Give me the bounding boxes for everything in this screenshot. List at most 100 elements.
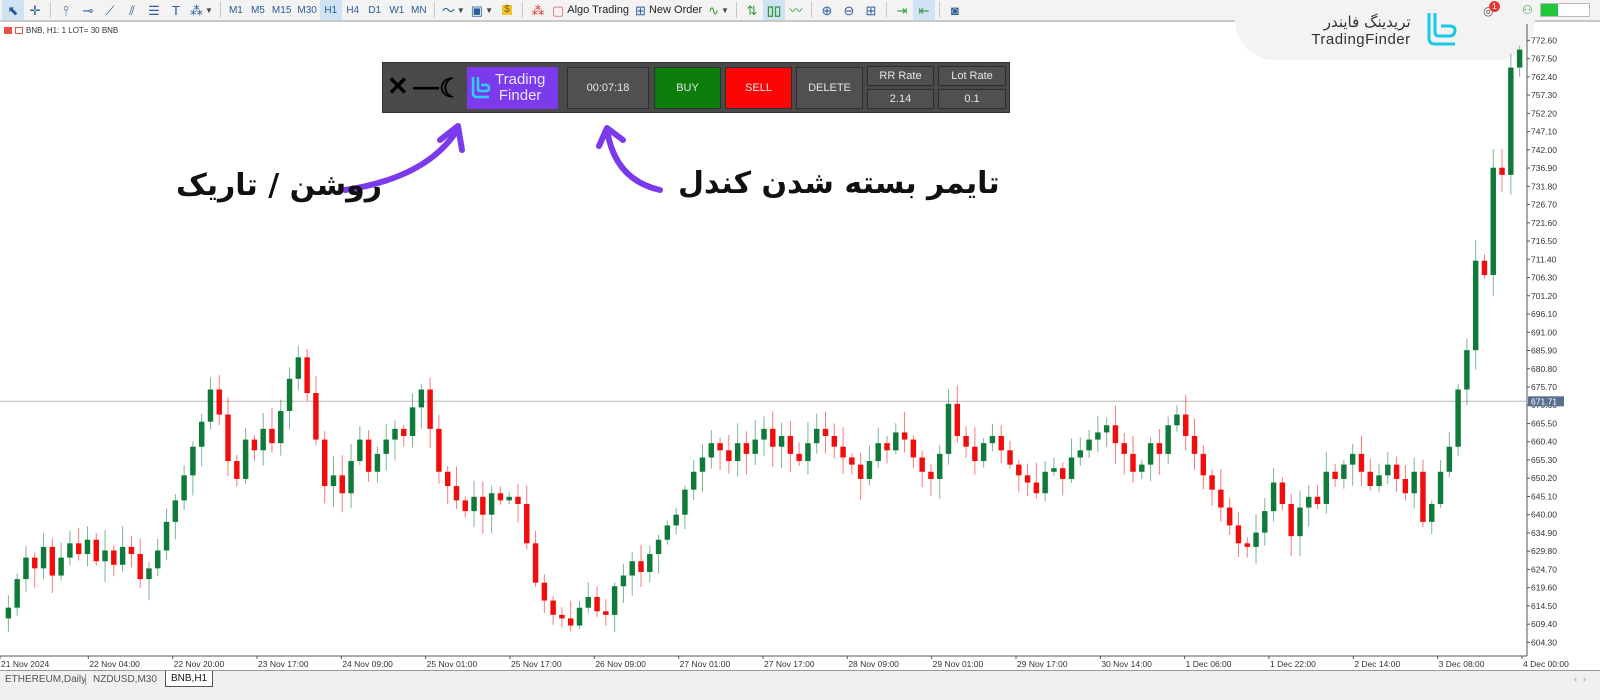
- bullish-candle: [278, 410, 284, 444]
- tab-divider: [85, 674, 86, 685]
- lot-rate-input[interactable]: 0.1: [938, 89, 1006, 109]
- bearish-candle: [1130, 453, 1136, 472]
- buy-button[interactable]: BUY: [654, 67, 721, 109]
- bearish-candle: [928, 471, 934, 479]
- bearish-candle: [1112, 425, 1119, 444]
- delete-button[interactable]: DELETE: [796, 67, 863, 109]
- bearish-candle: [770, 428, 776, 447]
- timeframe-d1-button[interactable]: D1: [364, 0, 386, 20]
- bullish-candle: [708, 443, 715, 458]
- timeframe-m30-button[interactable]: M30: [294, 0, 319, 20]
- timeframe-m5-button[interactable]: M5: [247, 0, 269, 20]
- price-tick-label: 757.30: [1531, 90, 1557, 100]
- price-chart[interactable]: 772.60 767.50 762.40 757.30 752.20 747.10 742.…: [0, 24, 1600, 670]
- one-click-trading-icon[interactable]: [4, 27, 12, 34]
- bearish-candle: [1121, 443, 1127, 454]
- current-price-label: 671.71: [1531, 396, 1557, 406]
- fibonacci-button[interactable]: ☰: [143, 0, 165, 20]
- bullish-candle: [778, 436, 785, 447]
- market-button[interactable]: $: [496, 0, 518, 20]
- bar-chart-button[interactable]: ⇅: [741, 0, 763, 20]
- signals-button[interactable]: ⁂: [527, 0, 549, 20]
- theme-toggle-moon-icon[interactable]: ☾: [439, 75, 462, 101]
- bearish-candle: [1209, 475, 1215, 490]
- bearish-candle: [75, 543, 82, 555]
- timeframe-mn-button[interactable]: MN: [408, 0, 430, 20]
- indicators-button[interactable]: 〜 ▼: [439, 0, 468, 20]
- timeframe-h4-button[interactable]: H4: [342, 0, 364, 20]
- toolbar-divider: [735, 2, 737, 18]
- bearish-candle: [339, 475, 345, 494]
- bullish-candle: [611, 586, 618, 615]
- vertical-line-button[interactable]: ⫯: [55, 0, 77, 20]
- zoom-out-button[interactable]: ⊖: [838, 0, 860, 20]
- price-tick-label: 604.30: [1531, 637, 1557, 647]
- autoscroll-button[interactable]: ⇥: [891, 0, 913, 20]
- time-tick-label: 1 Dec 06:00: [1186, 659, 1232, 669]
- screenshot-button[interactable]: ◙: [944, 0, 966, 20]
- price-tick-label: 655.30: [1531, 455, 1557, 465]
- rr-rate-input[interactable]: 2.14: [867, 89, 934, 109]
- depth-of-market-icon[interactable]: [15, 27, 23, 34]
- time-tick-label: 24 Nov 09:00: [342, 659, 393, 669]
- signals-icon: ⁂: [531, 2, 545, 18]
- time-tick-label: 3 Dec 08:00: [1439, 659, 1485, 669]
- bearish-candle: [840, 446, 846, 458]
- candlestick-button[interactable]: ▯▯: [762, 0, 785, 20]
- crosshair-tool-button[interactable]: ✛: [24, 0, 46, 20]
- bullish-candle: [1165, 425, 1171, 454]
- tab-scroll-arrows[interactable]: ‹›: [1574, 674, 1592, 684]
- timeframe-h1-button[interactable]: H1: [319, 0, 342, 20]
- channel-button[interactable]: ⫽: [121, 0, 143, 20]
- bearish-candle: [1393, 464, 1400, 479]
- tab-bnb-h1[interactable]: BNB,H1: [165, 671, 214, 687]
- sell-button[interactable]: SELL: [725, 67, 792, 109]
- bullish-candle: [40, 546, 47, 569]
- time-tick-label: 27 Nov 17:00: [764, 659, 815, 669]
- tab-nzdusd-m30[interactable]: NZDUSD,M30: [88, 671, 162, 687]
- line-icon: 〰: [789, 2, 803, 18]
- bullish-candle: [1516, 49, 1523, 68]
- price-tick-label: 634.90: [1531, 528, 1557, 538]
- price-tick-label: 640.00: [1531, 510, 1557, 520]
- channel-icon: ⫽: [129, 2, 135, 18]
- timeframe-w1-button[interactable]: W1: [386, 0, 408, 20]
- timeframe-m15-button[interactable]: M15: [269, 0, 294, 20]
- text-tool-button[interactable]: T: [165, 0, 187, 20]
- bullish-candle: [1455, 389, 1461, 447]
- bullish-candle: [23, 557, 29, 580]
- bearish-candle: [427, 389, 433, 429]
- chart-shift-button[interactable]: ⇤: [912, 0, 935, 20]
- bullish-candle: [1103, 425, 1110, 433]
- candle-timer-arrow-icon: [596, 125, 663, 193]
- time-tick-label: 27 Nov 01:00: [680, 659, 731, 669]
- minimize-icon[interactable]: —: [413, 73, 439, 99]
- bullish-candle: [383, 439, 389, 454]
- bearish-candle: [567, 618, 574, 626]
- horizontal-line-button[interactable]: ⊸: [77, 0, 99, 20]
- bearish-candle: [743, 443, 750, 454]
- timeframe-m1-button[interactable]: M1: [225, 0, 247, 20]
- cursor-tool-button[interactable]: ⬉: [2, 0, 24, 20]
- bearish-candle: [462, 500, 468, 512]
- time-tick-label: 4 Dec 00:00: [1523, 659, 1569, 669]
- price-tick-label: 614.50: [1531, 601, 1557, 611]
- zoom-in-button[interactable]: ⊕: [816, 0, 838, 20]
- new-order-button[interactable]: ⊞ New Order: [632, 0, 705, 20]
- close-icon[interactable]: ✕: [387, 73, 409, 99]
- template-icon: ▣: [470, 2, 484, 18]
- algo-trading-button[interactable]: ▢ Algo Trading: [549, 0, 632, 20]
- templates-button[interactable]: ▣ ▼: [468, 0, 496, 20]
- shapes-button[interactable]: ⁂ ▼: [187, 0, 216, 20]
- line-chart-button[interactable]: 〰: [785, 0, 807, 20]
- tab-ethereum-daily[interactable]: ETHEREUM,Daily: [0, 671, 91, 687]
- tile-windows-button[interactable]: ⊞: [860, 0, 882, 20]
- trendline-button[interactable]: ⟋: [99, 0, 121, 20]
- bullish-candle: [357, 439, 363, 462]
- bullish-candle: [1147, 443, 1154, 465]
- chart-type-button[interactable]: ∿ ▼: [705, 0, 732, 20]
- autoscroll-icon: ⇥: [896, 2, 908, 18]
- bullish-candle: [67, 543, 73, 558]
- bullish-candle: [330, 475, 337, 487]
- bullish-candle: [1262, 511, 1268, 533]
